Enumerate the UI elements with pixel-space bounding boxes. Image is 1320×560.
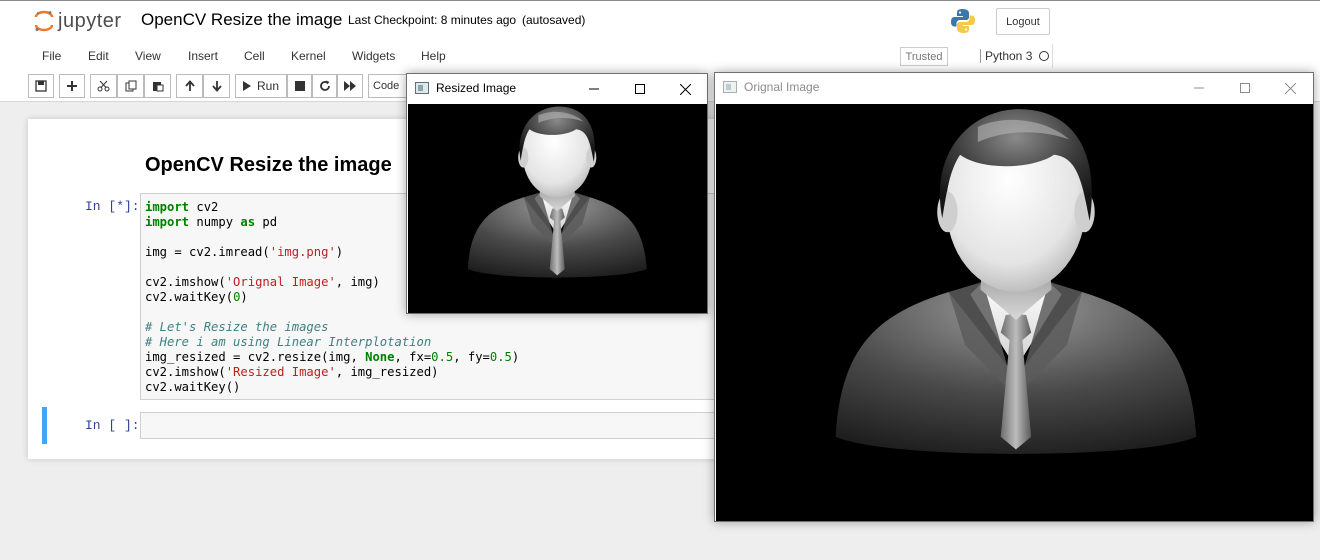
original-image-canvas [716,104,1313,521]
logout-button[interactable]: Logout [996,8,1050,35]
menu-file[interactable]: File [42,49,61,63]
maximize-icon [635,84,645,94]
copy-button[interactable] [117,74,144,98]
menu-kernel[interactable]: Kernel [291,49,326,63]
minimize-icon [589,88,599,90]
restart-icon [319,80,330,91]
window-titlebar[interactable]: Resized Image [407,74,707,104]
window-titlebar[interactable]: Orignal Image [715,73,1313,103]
menu-view[interactable]: View [135,49,161,63]
minimize-icon [1194,87,1204,89]
checkpoint-status: Last Checkpoint: 8 minutes ago [348,13,517,27]
fast-forward-icon [343,81,356,91]
code-comment: # Let's Resize the images [145,320,329,334]
menu-insert[interactable]: Insert [188,49,218,63]
code-line: cv2.waitKey(0) [145,290,248,304]
selected-cell-indicator [42,407,47,444]
stop-icon [294,81,305,91]
restart-button[interactable] [312,74,337,98]
person-avatar-image [716,104,1313,521]
minimize-button[interactable] [571,74,617,104]
notebook-title[interactable]: OpenCV Resize the image [141,10,342,30]
code-line: cv2.imshow('Orignal Image', img) [145,275,380,289]
paste-icon [152,82,163,92]
markdown-heading[interactable]: OpenCV Resize the image [145,154,392,177]
interrupt-button[interactable] [287,74,312,98]
move-down-button[interactable] [203,74,230,98]
play-icon [243,81,251,91]
arrow-down-icon [211,81,222,92]
autosave-status: (autosaved) [522,13,586,27]
cell-prompt: In [*]: [85,199,140,214]
code-cell-editor-empty[interactable] [140,412,718,439]
code-comment: # Here i am using Linear Interplotation [145,335,432,349]
maximize-icon [1240,83,1250,93]
code-line: cv2.waitKey() [145,380,241,394]
paste-button[interactable] [144,74,171,98]
python-logo-icon [951,9,975,33]
menubar: File Edit View Insert Cell Kernel Widget… [28,42,1320,72]
plus-icon [67,81,77,91]
jupyter-logo-text: jupyter [58,10,122,32]
cut-icon [97,80,110,92]
window-app-icon [415,82,429,94]
save-icon [35,80,47,92]
trusted-indicator[interactable]: Trusted [900,47,948,66]
maximize-button[interactable] [1222,73,1268,103]
window-title: Orignal Image [744,80,820,94]
code-line: img_resized = cv2.resize(img, None, fx=0… [145,350,520,364]
person-avatar-image [408,104,707,313]
menubar-divider [1052,44,1053,68]
window-title: Resized Image [436,81,517,95]
jupyter-logo-icon [34,10,54,32]
save-button[interactable] [28,74,54,98]
original-image-window[interactable]: Orignal Image [714,72,1314,522]
code-line: img = cv2.imread('img.png') [145,245,344,259]
code-line: import numpy as pd [145,215,278,229]
minimize-button[interactable] [1176,73,1222,103]
run-button[interactable]: Run [235,74,287,98]
header-top-bar: jupyter OpenCV Resize the image Last Che… [0,0,1320,42]
close-icon [1284,82,1296,94]
arrow-up-icon [184,80,195,91]
restart-run-all-button[interactable] [337,74,363,98]
code-line: import cv2 [145,200,219,214]
cell-type-select[interactable]: Code [368,74,408,98]
run-button-label: Run [257,79,280,93]
menu-cell[interactable]: Cell [244,49,265,63]
menu-edit[interactable]: Edit [88,49,109,63]
resized-image-canvas [408,104,707,313]
kernel-name: Python 3 [980,49,1032,63]
maximize-button[interactable] [617,74,663,104]
close-button[interactable] [662,74,708,104]
kernel-idle-indicator-icon [1039,51,1049,61]
insert-cell-button[interactable] [59,74,85,98]
menu-help[interactable]: Help [421,49,446,63]
close-button[interactable] [1267,73,1313,103]
menu-widgets[interactable]: Widgets [352,49,395,63]
cut-button[interactable] [90,74,117,98]
code-line: cv2.imshow('Resized Image', img_resized) [145,365,439,379]
cell-prompt: In [ ]: [85,418,140,433]
resized-image-window[interactable]: Resized Image [406,73,708,314]
close-icon [679,83,691,95]
move-up-button[interactable] [176,74,203,98]
copy-icon [125,80,136,92]
jupyter-logo[interactable]: jupyter [30,6,130,36]
window-app-icon [723,81,737,93]
